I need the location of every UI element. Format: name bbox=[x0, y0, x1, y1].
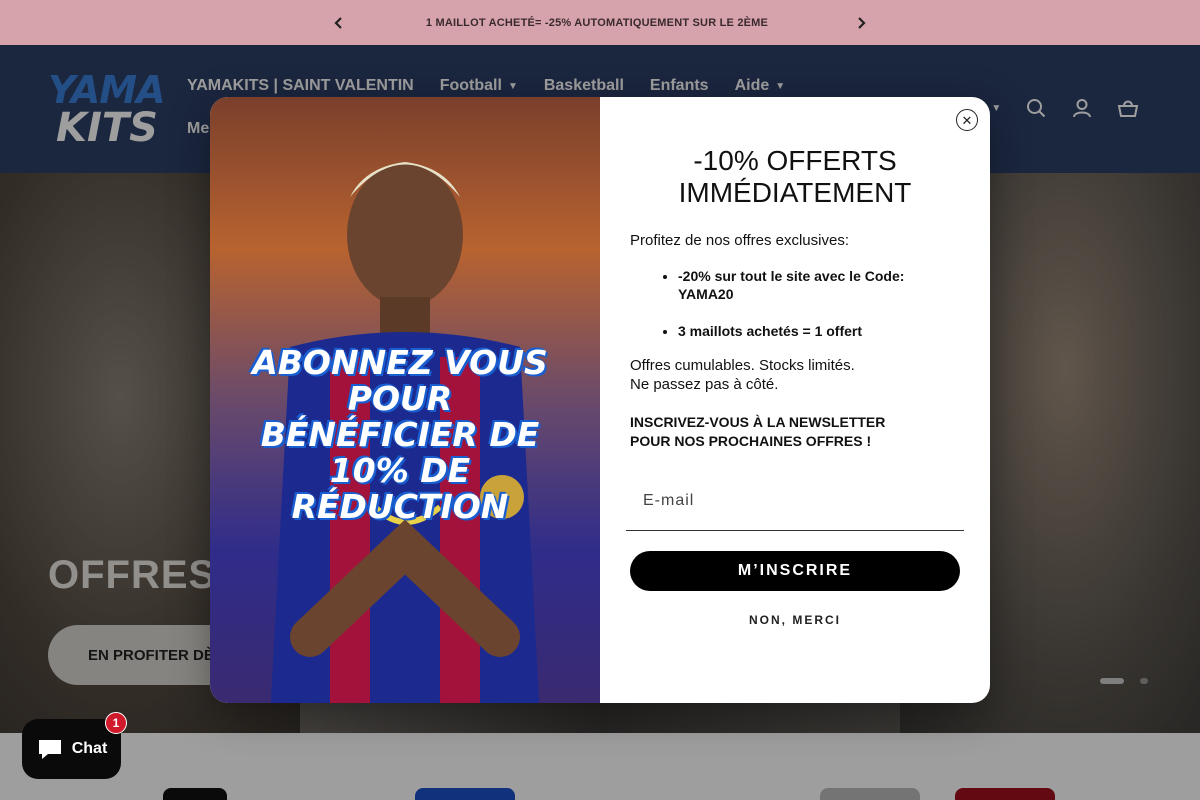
chat-label: Chat bbox=[71, 740, 108, 757]
close-icon[interactable]: ✕ bbox=[956, 109, 978, 131]
subscribe-button[interactable]: M’INSCRIRE bbox=[630, 551, 960, 591]
email-field[interactable] bbox=[626, 471, 964, 531]
announcement-prev-button[interactable] bbox=[329, 13, 349, 33]
chat-bubble-icon bbox=[38, 740, 61, 759]
modal-promo-image: ABONNEZ VOUS POUR BÉNÉFICIER DE 10% DE R… bbox=[210, 97, 600, 703]
announcement-bar: 1 MAILLOT ACHETÉ= -25% AUTOMATIQUEMENT S… bbox=[0, 0, 1200, 45]
decline-button[interactable]: NON, MERCI bbox=[630, 613, 960, 627]
newsletter-call-to-action: INSCRIVEZ-VOUS À LA NEWSLETTER POUR NOS … bbox=[630, 413, 960, 451]
modal-note-line: Ne passez pas à côté. bbox=[630, 376, 779, 393]
chat-notification-badge: 1 bbox=[105, 712, 127, 734]
modal-content: ✕ -10% OFFERTS IMMÉDIATEMENT Profitez de… bbox=[600, 97, 990, 703]
offer-list: -20% sur tout le site avec le Code: YAMA… bbox=[630, 267, 960, 340]
cta-line: POUR NOS PROCHAINES OFFRES ! bbox=[630, 433, 872, 449]
cta-line: INSCRIVEZ-VOUS À LA NEWSLETTER bbox=[630, 414, 886, 430]
offer-item: 3 maillots achetés = 1 offert bbox=[678, 322, 960, 340]
offer-item: -20% sur tout le site avec le Code: YAMA… bbox=[678, 267, 960, 303]
announcement-next-button[interactable] bbox=[851, 13, 871, 33]
modal-note: Offres cumulables. Stocks limités. Ne pa… bbox=[630, 356, 960, 394]
announcement-message: 1 MAILLOT ACHETÉ= -25% AUTOMATIQUEMENT S… bbox=[425, 16, 769, 29]
modal-note-line: Offres cumulables. Stocks limités. bbox=[630, 357, 855, 374]
modal-promo-text: ABONNEZ VOUS POUR BÉNÉFICIER DE 10% DE R… bbox=[252, 343, 548, 526]
newsletter-modal: ABONNEZ VOUS POUR BÉNÉFICIER DE 10% DE R… bbox=[210, 97, 990, 703]
chevron-right-icon bbox=[858, 16, 866, 29]
modal-title: -10% OFFERTS IMMÉDIATEMENT bbox=[678, 145, 912, 208]
modal-intro: Profitez de nos offres exclusives: bbox=[630, 232, 849, 249]
chevron-left-icon bbox=[334, 16, 342, 29]
